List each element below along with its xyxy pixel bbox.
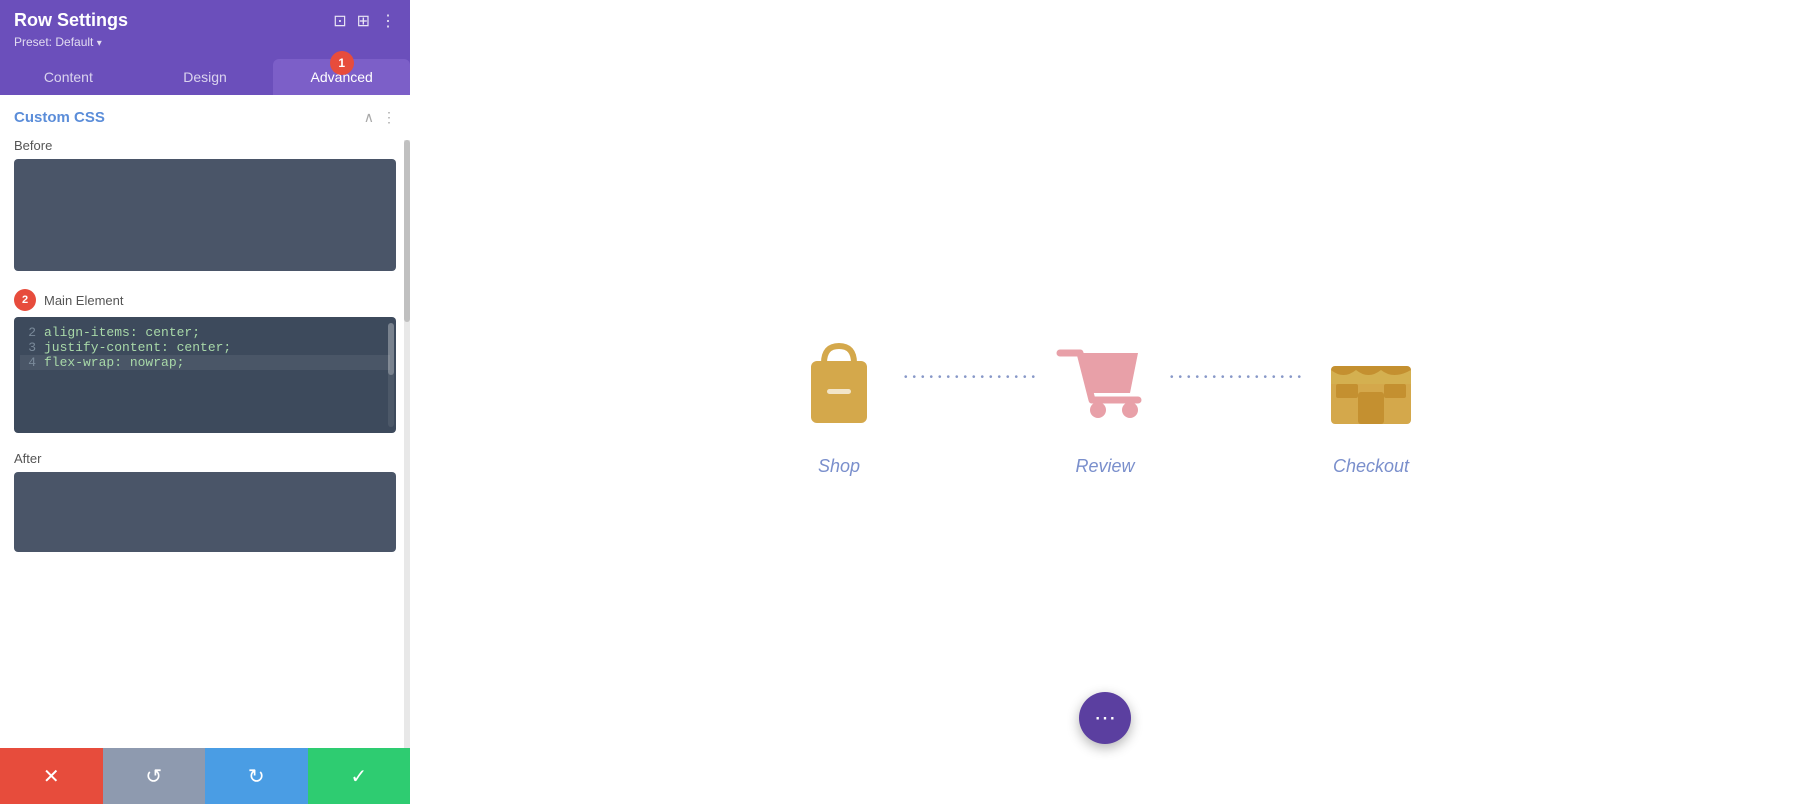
- code-line-2: 3 justify-content: center;: [20, 340, 390, 355]
- shop-icon: [784, 328, 894, 438]
- save-button[interactable]: ✓: [308, 748, 411, 804]
- review-icon: [1050, 328, 1160, 438]
- before-label: Before: [14, 138, 396, 153]
- fab-button[interactable]: ⋯: [1079, 692, 1131, 744]
- dots-1: ••••••••••••••••: [904, 372, 1040, 383]
- undo-button[interactable]: ↺: [103, 748, 206, 804]
- step-review: Review: [1050, 328, 1160, 477]
- code-text-2: justify-content: center;: [44, 340, 231, 355]
- redo-button[interactable]: ↻: [205, 748, 308, 804]
- code-text-1: align-items: center;: [44, 325, 200, 340]
- more-icon[interactable]: ⋮: [380, 11, 396, 31]
- scrollbar-track[interactable]: [388, 323, 394, 427]
- steps-row: Shop •••••••••••••••• Review •••••••: [410, 288, 1800, 517]
- review-label: Review: [1075, 456, 1134, 477]
- panel-footer: ✕ ↺ ↻ ✓: [0, 748, 410, 804]
- preset-label[interactable]: Preset: Default ▾: [14, 35, 396, 49]
- close-button[interactable]: ✕: [0, 748, 103, 804]
- after-css-area[interactable]: [14, 472, 396, 552]
- main-element-label: Main Element: [44, 293, 123, 308]
- dots-connector-1: ••••••••••••••••: [904, 372, 1040, 433]
- tab-content[interactable]: Content: [0, 59, 137, 95]
- columns-icon[interactable]: ⊞: [357, 11, 370, 31]
- panel-header: Row Settings ⊡ ⊞ ⋮ Preset: Default ▾: [0, 0, 410, 59]
- main-element-label-row: 2 Main Element: [14, 289, 396, 311]
- checkout-icon: [1316, 328, 1426, 438]
- css-section-header: Custom CSS ∧ ⋮: [14, 109, 396, 126]
- dots-2: ••••••••••••••••: [1170, 372, 1306, 383]
- code-line-3: 4 flex-wrap: nowrap;: [20, 355, 390, 370]
- section-controls: ∧ ⋮: [364, 109, 396, 126]
- tab-advanced[interactable]: 1 Advanced: [273, 59, 410, 95]
- checkout-label: Checkout: [1333, 456, 1409, 477]
- dots-connector-2: ••••••••••••••••: [1170, 372, 1306, 433]
- step-checkout: Checkout: [1316, 328, 1426, 477]
- panel-header-icons: ⊡ ⊞ ⋮: [333, 11, 396, 31]
- main-element-wrapper: 2 Main Element 2 align-items: center; 3 …: [14, 289, 396, 433]
- tab-design[interactable]: Design: [137, 59, 274, 95]
- before-css-area[interactable]: [14, 159, 396, 271]
- collapse-icon[interactable]: ∧: [364, 109, 374, 126]
- resize-icon[interactable]: ⊡: [333, 11, 346, 31]
- panel-title: Row Settings: [14, 10, 128, 31]
- tab-badge: 1: [330, 51, 354, 75]
- step-shop: Shop: [784, 328, 894, 477]
- panel-body: Custom CSS ∧ ⋮ Before 2 Main Element 2 a…: [0, 95, 410, 748]
- main-element-css-editor[interactable]: 2 align-items: center; 3 justify-content…: [14, 317, 396, 433]
- after-label: After: [14, 451, 396, 466]
- section-menu-icon[interactable]: ⋮: [382, 109, 396, 126]
- settings-panel: Row Settings ⊡ ⊞ ⋮ Preset: Default ▾ Con…: [0, 0, 410, 804]
- scrollbar-thumb: [388, 323, 394, 375]
- panel-tabs: Content Design 1 Advanced: [0, 59, 410, 95]
- code-line-1: 2 align-items: center;: [20, 325, 390, 340]
- shop-label: Shop: [818, 456, 860, 477]
- code-text-3: flex-wrap: nowrap;: [44, 355, 184, 370]
- after-section: After: [14, 451, 396, 552]
- canvas-area: Shop •••••••••••••••• Review •••••••: [410, 0, 1800, 804]
- main-element-badge: 2: [14, 289, 36, 311]
- css-section-title: Custom CSS: [14, 109, 105, 126]
